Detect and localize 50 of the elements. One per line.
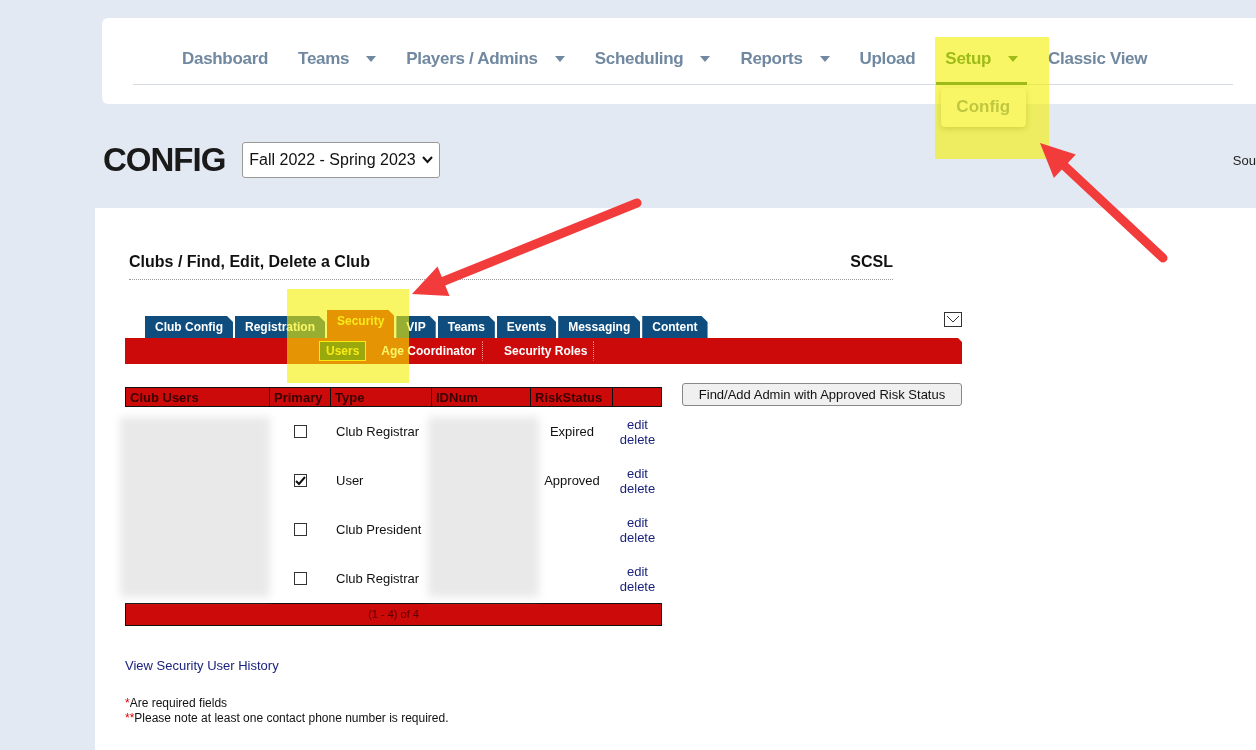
- nav-item[interactable]: Teams: [289, 18, 386, 85]
- league-label: SCSL: [850, 253, 893, 271]
- required-marker: **: [125, 711, 135, 725]
- action-link[interactable]: edit: [627, 416, 648, 432]
- nav-item[interactable]: Dashboard: [173, 18, 278, 85]
- table-cell: User: [336, 473, 364, 488]
- action-link[interactable]: delete: [619, 431, 656, 447]
- section-title: Clubs / Find, Edit, Delete a Club: [129, 253, 370, 271]
- action-link[interactable]: delete: [619, 578, 656, 594]
- nav-item[interactable]: Upload: [850, 18, 925, 85]
- table-cell: Club President: [336, 522, 422, 537]
- nav-item[interactable]: Players / Admins: [397, 18, 574, 85]
- page-title: CONFIG: [103, 140, 226, 180]
- note-text: Are required fields: [129, 696, 228, 710]
- column-header: Primary: [270, 387, 331, 407]
- table-cell: Expired: [549, 424, 595, 439]
- nav-item[interactable]: Scheduling: [585, 18, 720, 85]
- tab[interactable]: Club Config: [145, 316, 233, 338]
- cut-off-text: Sou: [1232, 152, 1256, 168]
- column-header: Type: [331, 387, 432, 407]
- table-cell: Club Registrar: [336, 424, 420, 439]
- nav-item[interactable]: Reports: [731, 18, 839, 85]
- subtab[interactable]: Security Roles: [497, 341, 595, 361]
- action-link[interactable]: edit: [627, 514, 648, 530]
- checkbox[interactable]: [294, 572, 307, 585]
- checkbox[interactable]: [294, 425, 307, 438]
- column-header: IDNum: [432, 387, 531, 407]
- column-header: [613, 387, 662, 407]
- required-marker: *: [125, 696, 130, 710]
- checkbox[interactable]: [294, 474, 307, 487]
- table-cell: Club Registrar: [336, 571, 420, 586]
- note-text: Please note at least one contact phone number is required.: [134, 711, 449, 725]
- checkbox[interactable]: [294, 523, 307, 536]
- pagination-bar: (1 - 4) of 4: [125, 603, 662, 626]
- tab[interactable]: Messaging: [558, 316, 641, 338]
- tab[interactable]: Events: [496, 316, 557, 338]
- column-header: RiskStatus: [531, 387, 613, 407]
- table-cell: Approved: [544, 473, 600, 488]
- action-link[interactable]: edit: [627, 465, 648, 481]
- chevron-down-icon: [421, 156, 433, 164]
- action-link[interactable]: delete: [619, 480, 656, 496]
- tab[interactable]: Teams: [437, 316, 495, 338]
- column-header: Club Users: [125, 387, 270, 407]
- season-select[interactable]: Fall 2022 - Spring 2023: [242, 142, 440, 178]
- action-link[interactable]: edit: [627, 563, 648, 579]
- tab[interactable]: Content: [642, 316, 708, 338]
- history-link[interactable]: View Security User History: [125, 658, 279, 673]
- collapse-icon[interactable]: [944, 312, 962, 327]
- find-admin-button[interactable]: Find/Add Admin with Approved Risk Status: [682, 383, 962, 406]
- action-link[interactable]: delete: [619, 529, 656, 545]
